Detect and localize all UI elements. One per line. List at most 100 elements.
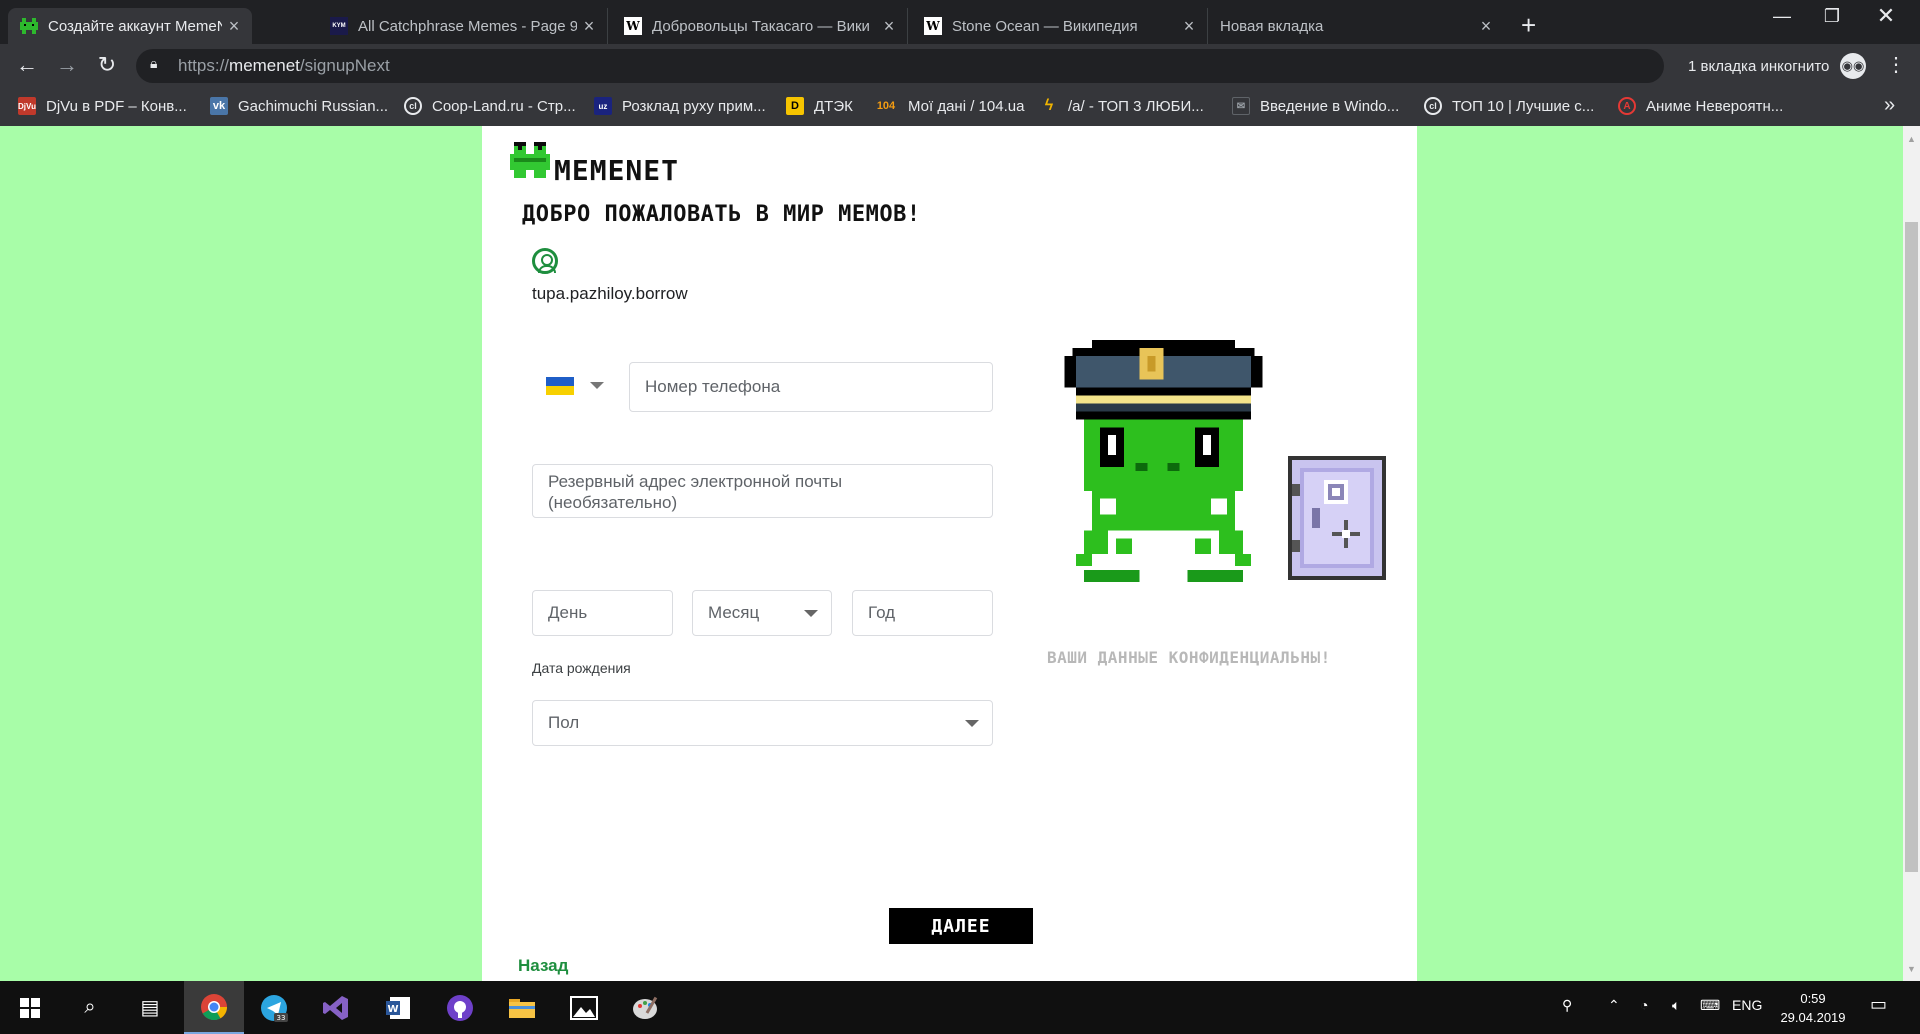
phone-input[interactable]: Номер телефона [629,362,993,412]
wikipedia-icon: W [624,17,642,35]
clock-date: 29.04.2019 [1780,1010,1846,1025]
djvu-icon: DjVu [18,97,36,115]
url-text: https://memenet/signupNext [178,56,390,75]
memenet-frog-icon [20,17,38,35]
menu-kebab-icon[interactable]: ⋮ [1886,52,1906,77]
tab-memenet[interactable]: Создайте аккаунт MemeNet × [8,8,252,44]
minimize-icon[interactable]: — [1762,6,1802,27]
tab-strip: Создайте аккаунт MemeNet × KYM All Catch… [0,0,1920,44]
page-background: MEMENET ДОБРО ПОЖАЛОВАТЬ В МИР МЕМОВ! tu… [0,126,1903,981]
tab-takasago[interactable]: W Добровольцы Такасаго — Вики × [612,8,908,44]
lock-icon: 🔒︎ [150,55,158,71]
address-bar[interactable]: 🔒︎ https://memenet/signupNext [136,49,1664,83]
reload-icon[interactable]: ↻ [92,52,122,78]
wifi-icon[interactable]: ◔ [1640,997,1648,1013]
train-icon: uz [594,97,612,115]
svg-text:W: W [387,1004,398,1015]
page-title: ДОБРО ПОЖАЛОВАТЬ В МИР МЕМОВ! [522,202,921,227]
account-circle-icon [532,248,558,274]
photos-icon[interactable] [554,981,614,1034]
memenet-frog-logo [510,142,550,178]
back-link[interactable]: Назад [518,956,568,976]
tab-stone-ocean[interactable]: W Stone Ocean — Википедия × [912,8,1208,44]
tab-title: Stone Ocean — Википедия [952,17,1138,35]
country-dropdown-caret-icon[interactable] [590,382,604,389]
tab-title: Добровольцы Такасаго — Вики [652,17,870,35]
visual-studio-icon[interactable] [306,981,366,1034]
birth-day-input[interactable]: День [532,590,673,636]
bookmark-djvu[interactable]: DjVu DjVu в PDF – Конв... [18,97,187,115]
language-indicator[interactable]: ENG [1732,997,1762,1013]
bookmark-a-top3[interactable]: ϟ/a/ - ТОП 3 ЛЮБИ... [1040,97,1204,115]
tab-catchphrase-memes[interactable]: KYM All Catchphrase Memes - Page 9 × [318,8,608,44]
chrome-icon[interactable] [184,981,244,1034]
volume-icon[interactable]: 🔈︎ [1672,997,1680,1014]
backup-email-input[interactable]: Резервный адрес электронной почты (необяз… [532,464,993,518]
tab-new[interactable]: Новая вкладка × [1208,8,1504,44]
chevron-down-icon [965,720,979,727]
police-frog-mascot [1064,340,1263,582]
scroll-up-arrow-icon[interactable]: ▲ [1907,134,1916,144]
notification-center-icon[interactable]: ▭ [1870,994,1887,1015]
wikipedia-icon: W [924,17,942,35]
search-icon[interactable]: ⌕ [60,981,120,1034]
ukraine-flag-icon[interactable] [546,377,574,395]
brand-logo-text: MEMENET [554,154,680,187]
telegram-icon[interactable]: 33 [244,981,304,1034]
file-explorer-icon[interactable] [492,981,552,1034]
bookmark-dtek[interactable]: D ДТЭК [786,97,853,115]
coop-land-icon: cl [404,97,422,115]
windows-start-icon[interactable] [0,981,60,1034]
paint-icon[interactable] [616,981,676,1034]
mail-icon: ✉ [1232,97,1250,115]
page-scrollbar[interactable]: ▲ ▼ [1903,126,1920,981]
bookmark-anime[interactable]: A Аниме Невероятн... [1618,97,1783,115]
close-icon[interactable]: × [1474,16,1498,37]
bookmark-windows-intro[interactable]: ✉ Введение в Windo... [1232,97,1399,115]
telegram-badge: 33 [277,1014,286,1022]
dtek-icon: D [786,97,804,115]
clock[interactable]: 0:59 29.04.2019 [1776,989,1850,1027]
bookmark-gachimuchi[interactable]: vk Gachimuchi Russian... [210,97,388,115]
screen: Создайте аккаунт MemeNet × KYM All Catch… [0,0,1920,1034]
forward-arrow-icon[interactable]: → [52,52,82,78]
username-text: tupa.pazhiloy.borrow [532,284,688,303]
browser-toolbar: ← → ↻ 🔒︎ https://memenet/signupNext 1 вк… [0,44,1920,88]
gender-select[interactable]: Пол [532,700,993,746]
tab-title: All Catchphrase Memes - Page 9 [358,17,577,35]
maximize-icon[interactable]: ❐ [1812,6,1852,27]
incognito-icon[interactable]: ◉◉ [1840,53,1866,79]
bookmark-104[interactable]: 104 Мої дані / 104.ua [874,97,1025,115]
clock-time: 0:59 [1800,991,1826,1006]
birth-year-input[interactable]: Год [852,590,993,636]
chevron-down-icon [804,610,818,617]
close-icon[interactable]: × [1177,16,1201,37]
lightning-icon: ϟ [1044,97,1054,114]
window-close-icon[interactable]: ✕ [1866,3,1906,29]
bookmark-top10[interactable]: cl ТОП 10 | Лучшие с... [1424,97,1594,115]
bookmarks-overflow-icon[interactable]: » [1884,94,1895,117]
people-icon[interactable]: ⚲ [1562,997,1572,1014]
tab-title: Новая вкладка [1220,17,1324,35]
back-arrow-icon[interactable]: ← [12,52,42,78]
scroll-thumb[interactable] [1905,222,1918,872]
bookmark-coop-land[interactable]: cl Coop-Land.ru - Стр... [404,97,576,115]
close-icon[interactable]: × [877,16,901,37]
task-view-icon[interactable]: ▤ [120,981,180,1034]
coop-land-icon: cl [1424,97,1442,115]
github-icon[interactable] [430,981,490,1034]
scroll-down-arrow-icon[interactable]: ▼ [1907,964,1916,974]
keyboard-icon[interactable]: ⌨ [1700,997,1720,1014]
close-icon[interactable]: × [222,16,246,37]
tab-title: Создайте аккаунт MemeNet [48,17,222,35]
bookmark-rozklad[interactable]: uz Розклад руху прим... [594,97,766,115]
next-button[interactable]: ДАЛЕЕ [889,908,1033,944]
safe-icon [1288,456,1386,580]
new-tab-plus-icon[interactable]: + [1521,10,1536,41]
word-icon[interactable]: W [368,981,428,1034]
tray-chevron-up-icon[interactable]: ⌃ [1608,997,1620,1014]
incognito-label: 1 вкладка инкогнито [1688,58,1830,75]
104-icon: 104 [876,100,896,112]
close-icon[interactable]: × [577,16,601,37]
birth-month-select[interactable]: Месяц [692,590,832,636]
